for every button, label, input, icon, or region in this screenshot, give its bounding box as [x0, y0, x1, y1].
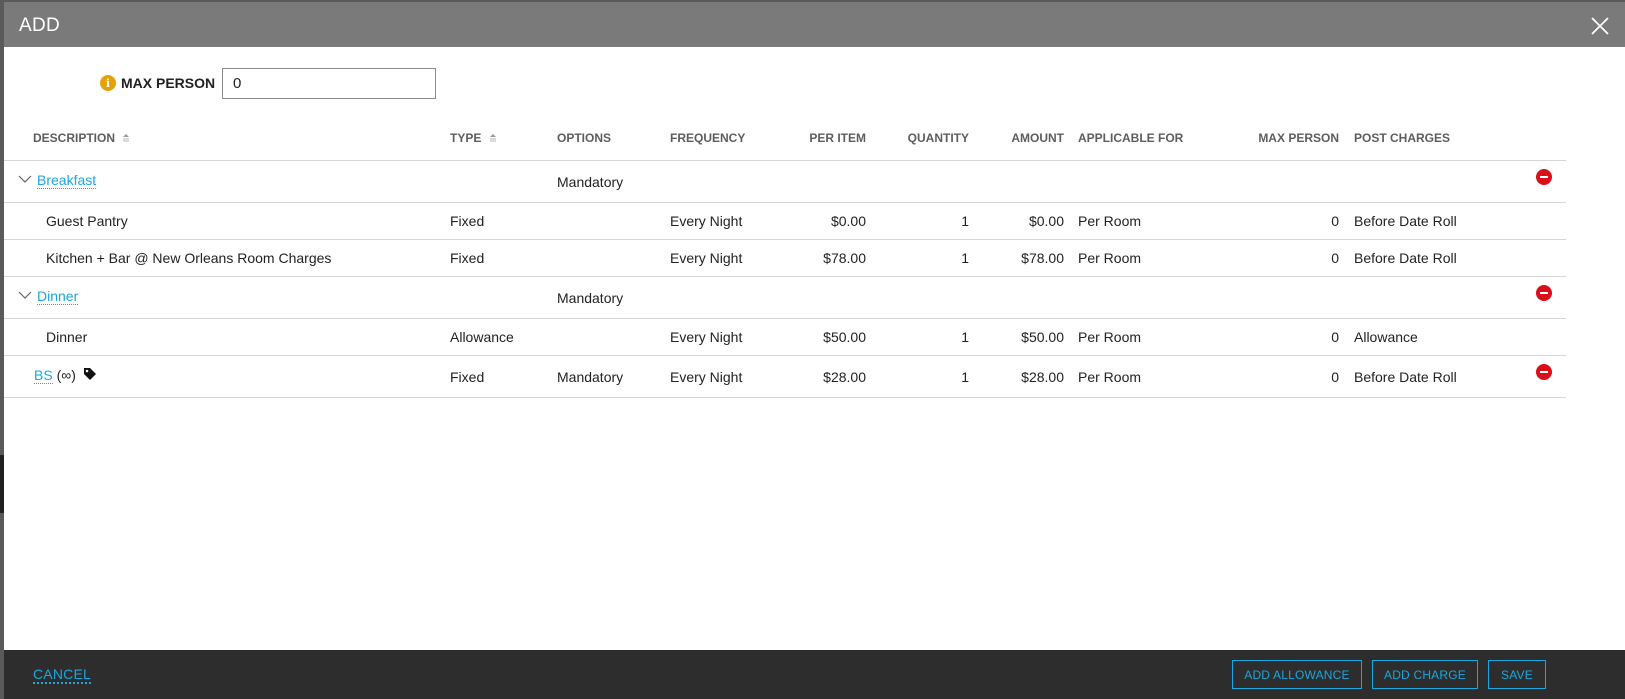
- frequency-cell: Every Night: [670, 329, 743, 345]
- close-icon[interactable]: [1589, 15, 1611, 37]
- max-person-cell: 0: [1331, 369, 1339, 385]
- sort-icon[interactable]: [489, 132, 497, 146]
- post-charges-cell: Before Date Roll: [1354, 213, 1457, 229]
- amount-cell: $50.00: [1021, 329, 1064, 345]
- max-person-label: MAX PERSON: [121, 75, 216, 91]
- add-allowance-button[interactable]: ADD ALLOWANCE: [1232, 660, 1362, 689]
- options-cell: Mandatory: [557, 290, 624, 306]
- bs-link[interactable]: BS: [34, 367, 53, 384]
- description-cell: Kitchen + Bar @ New Orleans Room Charges: [46, 250, 332, 266]
- column-header-description[interactable]: DESCRIPTION: [33, 131, 130, 146]
- description-group: BS (∞): [34, 367, 97, 384]
- max-person-cell: 0: [1331, 250, 1339, 266]
- description-cell: Dinner: [46, 329, 88, 345]
- type-cell: Fixed: [450, 213, 485, 229]
- column-header-description-label: DESCRIPTION: [33, 131, 116, 145]
- column-header-applicable-for: APPLICABLE FOR: [1078, 131, 1184, 145]
- chevron-down-icon[interactable]: [18, 288, 32, 302]
- post-charges-cell: Before Date Roll: [1354, 369, 1457, 385]
- remove-icon[interactable]: [1536, 285, 1552, 301]
- column-header-quantity: QUANTITY: [907, 131, 969, 145]
- table-header: DESCRIPTION TYPE OPTIONS FREQUENCY PER I…: [4, 114, 1566, 161]
- add-dialog: ADD i MAX PERSON DESCRIPTION TYPE OPTION…: [4, 2, 1625, 699]
- per-item-cell: $28.00: [823, 369, 866, 385]
- table-row-group: Breakfast Mandatory: [4, 161, 1566, 203]
- column-header-options: OPTIONS: [557, 131, 612, 145]
- remove-icon[interactable]: [1536, 364, 1552, 380]
- group-link[interactable]: Dinner: [37, 288, 79, 305]
- max-person-input[interactable]: [222, 68, 436, 99]
- frequency-cell: Every Night: [670, 369, 743, 385]
- amount-cell: $28.00: [1021, 369, 1064, 385]
- info-icon: i: [100, 75, 116, 91]
- per-item-cell: $78.00: [823, 250, 866, 266]
- max-person-label-group: i MAX PERSON: [100, 68, 215, 98]
- post-charges-cell: Allowance: [1354, 329, 1418, 345]
- tag-icon: [83, 368, 96, 380]
- quantity-cell: 1: [961, 369, 969, 385]
- per-item-cell: $0.00: [830, 213, 866, 229]
- column-header-type-label: TYPE: [450, 131, 482, 145]
- description-cell: Guest Pantry: [46, 213, 128, 229]
- column-header-type[interactable]: TYPE: [450, 131, 497, 146]
- frequency-cell: Every Night: [670, 213, 743, 229]
- quantity-cell: 1: [961, 213, 969, 229]
- column-header-amount: AMOUNT: [1011, 131, 1064, 145]
- cancel-button[interactable]: CANCEL: [33, 666, 91, 684]
- options-cell: Mandatory: [557, 174, 624, 190]
- save-button[interactable]: SAVE: [1488, 660, 1546, 689]
- table-row: BS (∞) Fixed Mandatory Every Night $28.0…: [4, 356, 1566, 398]
- group-link[interactable]: Breakfast: [37, 172, 97, 189]
- table-row: Guest Pantry Fixed Every Night $0.00 1 $…: [4, 203, 1566, 240]
- sort-icon[interactable]: [122, 132, 130, 146]
- type-cell: Allowance: [450, 329, 514, 345]
- frequency-cell: Every Night: [670, 250, 743, 266]
- applicable-for-cell: Per Room: [1078, 329, 1142, 345]
- table-row-group: Dinner Mandatory: [4, 277, 1566, 319]
- dialog-footer: CANCEL ADD ALLOWANCE ADD CHARGE SAVE: [4, 650, 1625, 699]
- column-header-per-item: PER ITEM: [809, 131, 866, 145]
- options-cell: Mandatory: [557, 369, 624, 385]
- table-row: Dinner Allowance Every Night $50.00 1 $5…: [4, 319, 1566, 356]
- amount-cell: $78.00: [1021, 250, 1064, 266]
- type-cell: Fixed: [450, 369, 485, 385]
- column-header-frequency: FREQUENCY: [670, 131, 746, 145]
- table-row: Kitchen + Bar @ New Orleans Room Charges…: [4, 240, 1566, 277]
- max-person-cell: 0: [1331, 329, 1339, 345]
- quantity-cell: 1: [961, 250, 969, 266]
- max-person-cell: 0: [1331, 213, 1339, 229]
- unlimited-indicator: (∞): [56, 367, 76, 383]
- column-header-post-charges: POST CHARGES: [1354, 131, 1451, 145]
- post-charges-cell: Before Date Roll: [1354, 250, 1457, 266]
- dialog-title: ADD: [19, 15, 61, 36]
- quantity-cell: 1: [961, 329, 969, 345]
- remove-icon[interactable]: [1536, 169, 1552, 185]
- type-cell: Fixed: [450, 250, 485, 266]
- dialog-titlebar: ADD: [4, 2, 1625, 47]
- chevron-down-icon[interactable]: [18, 172, 32, 186]
- applicable-for-cell: Per Room: [1078, 213, 1142, 229]
- add-charge-button[interactable]: ADD CHARGE: [1372, 660, 1478, 689]
- applicable-for-cell: Per Room: [1078, 369, 1142, 385]
- items-table: DESCRIPTION TYPE OPTIONS FREQUENCY PER I…: [4, 114, 1566, 398]
- amount-cell: $0.00: [1028, 213, 1064, 229]
- applicable-for-cell: Per Room: [1078, 250, 1142, 266]
- column-header-max-person: MAX PERSON: [1258, 131, 1339, 145]
- per-item-cell: $50.00: [823, 329, 866, 345]
